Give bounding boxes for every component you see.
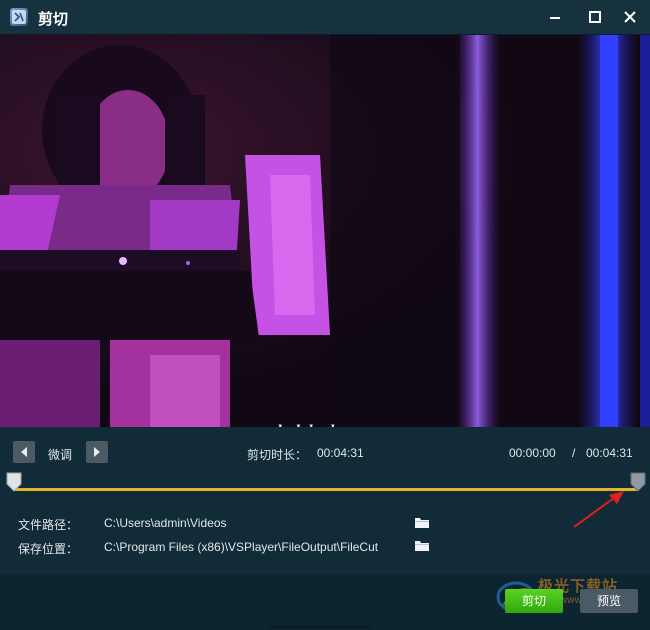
minimize-button[interactable] [544, 6, 566, 28]
step-back-button[interactable] [13, 441, 35, 463]
minimize-icon [550, 17, 560, 19]
file-path-value: C:\Users\admin\Videos [104, 516, 227, 530]
folder-icon [415, 518, 429, 528]
file-path-label: 文件路径： [18, 518, 79, 532]
title-bar: 剪切 [0, 0, 650, 35]
maximize-button[interactable] [584, 6, 606, 28]
save-location-folder-button[interactable] [414, 538, 430, 557]
triangle-right-icon [94, 447, 100, 457]
cut-duration-label: 剪切时长： [247, 448, 308, 462]
save-location-label: 保存位置： [18, 542, 79, 556]
handle-end-icon [630, 472, 646, 492]
save-location-value: C:\Program Files (x86)\VSPlayer\FileOutp… [104, 540, 379, 554]
current-time: 00:00:00 [509, 446, 556, 460]
handle-start-icon [6, 472, 22, 492]
cut-button[interactable]: 剪切 [505, 589, 563, 613]
preview-button[interactable]: 预览 [580, 589, 638, 613]
close-icon [624, 11, 636, 23]
video-frame-image [0, 35, 650, 427]
folder-icon [415, 541, 429, 551]
cut-controls-panel: 微调 剪切时长： 00:04:31 00:00:00 / 00:04:31 文件… [0, 427, 650, 575]
close-button[interactable] [619, 6, 641, 28]
file-path-folder-button[interactable] [414, 515, 430, 534]
annotation-arrow-icon [573, 491, 624, 528]
video-preview: geobukdeok [0, 35, 650, 427]
total-time: 00:04:31 [586, 446, 633, 460]
app-logo-icon [10, 8, 28, 26]
time-separator: / [572, 446, 576, 460]
maximize-icon [589, 11, 601, 23]
cut-duration-value: 00:04:31 [317, 446, 364, 460]
dialog-footer: 极光下载站 www.xz7.com 剪切 预览 [0, 575, 650, 630]
window-title: 剪切 [38, 10, 69, 28]
triangle-left-icon [21, 447, 27, 457]
cut-range-track[interactable] [14, 488, 638, 491]
range-end-handle[interactable] [630, 472, 646, 497]
bottom-grip [270, 625, 370, 629]
step-forward-button[interactable] [86, 441, 108, 463]
fine-tune-label: 微调 [48, 448, 73, 462]
range-start-handle[interactable] [6, 472, 22, 497]
